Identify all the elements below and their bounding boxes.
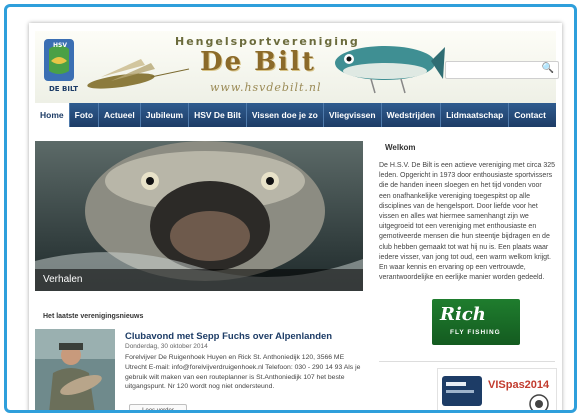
search-icon[interactable]: 🔍 (542, 63, 554, 74)
vispas-label: VISpas2014 (488, 379, 550, 391)
nav-vissen-doe-je-zo[interactable]: Vissen doe je zo (247, 103, 324, 127)
nav-vliegvissen[interactable]: Vliegvissen (324, 103, 382, 127)
nav-contact[interactable]: Contact (509, 103, 551, 127)
read-more-button[interactable]: Lees verder (129, 404, 187, 410)
news-title[interactable]: Clubavond met Sepp Fuchs over Alpenlande… (125, 331, 332, 342)
sponsor-name: Rich (440, 304, 486, 325)
hero-label[interactable]: Verhalen (35, 269, 363, 291)
browser-frame: DE BILT HSV Hengelsportvereniging De Bil… (4, 4, 577, 413)
search-input[interactable]: 🔍 (445, 61, 559, 79)
news-heading: Het laatste verenigingsnieuws (43, 313, 144, 320)
logo-text: DE BILT (49, 85, 78, 93)
welcome-text: De H.S.V. De Bilt is een actieve verenig… (379, 162, 555, 282)
nav-jubileum[interactable]: Jubileum (141, 103, 190, 127)
website-url: www.hsvdebilt.nl (210, 81, 322, 94)
sidebar-divider (379, 361, 555, 362)
news-photo[interactable] (35, 329, 115, 410)
club-name: De Bilt (200, 47, 316, 77)
logo-top-text: HSV (53, 42, 67, 49)
nav-lidmaatschap[interactable]: Lidmaatschap (441, 103, 510, 127)
site-header: DE BILT HSV Hengelsportvereniging De Bil… (35, 31, 559, 103)
main-nav: Home Foto Actueel Jubileum HSV De Bilt V… (35, 103, 556, 127)
news-body: Forelvijver De Ruigenhoek Huyen en Rick … (125, 354, 361, 391)
nav-hsv-de-bilt[interactable]: HSV De Bilt (189, 103, 247, 127)
club-logo[interactable]: DE BILT HSV (41, 37, 81, 95)
vispas-card-icon (442, 376, 482, 406)
sponsor-banner[interactable]: Rich FLY FISHING (432, 299, 520, 345)
vispas-banner[interactable]: VISpas2014 (437, 368, 557, 410)
nav-wedstrijden[interactable]: Wedstrijden (382, 103, 442, 127)
welcome-title: Welkom (385, 143, 416, 152)
fly-illustration (87, 59, 190, 89)
seal-icon (529, 394, 549, 410)
nav-actueel[interactable]: Actueel (99, 103, 141, 127)
hero-image[interactable]: Verhalen (35, 141, 363, 291)
sponsor-tagline: FLY FISHING (450, 329, 501, 336)
page: DE BILT HSV Hengelsportvereniging De Bil… (29, 23, 562, 410)
news-date: Donderdag, 30 oktober 2014 (125, 343, 208, 350)
nav-foto[interactable]: Foto (70, 103, 100, 127)
angler-photo (35, 329, 115, 410)
nav-home[interactable]: Home (35, 103, 70, 127)
